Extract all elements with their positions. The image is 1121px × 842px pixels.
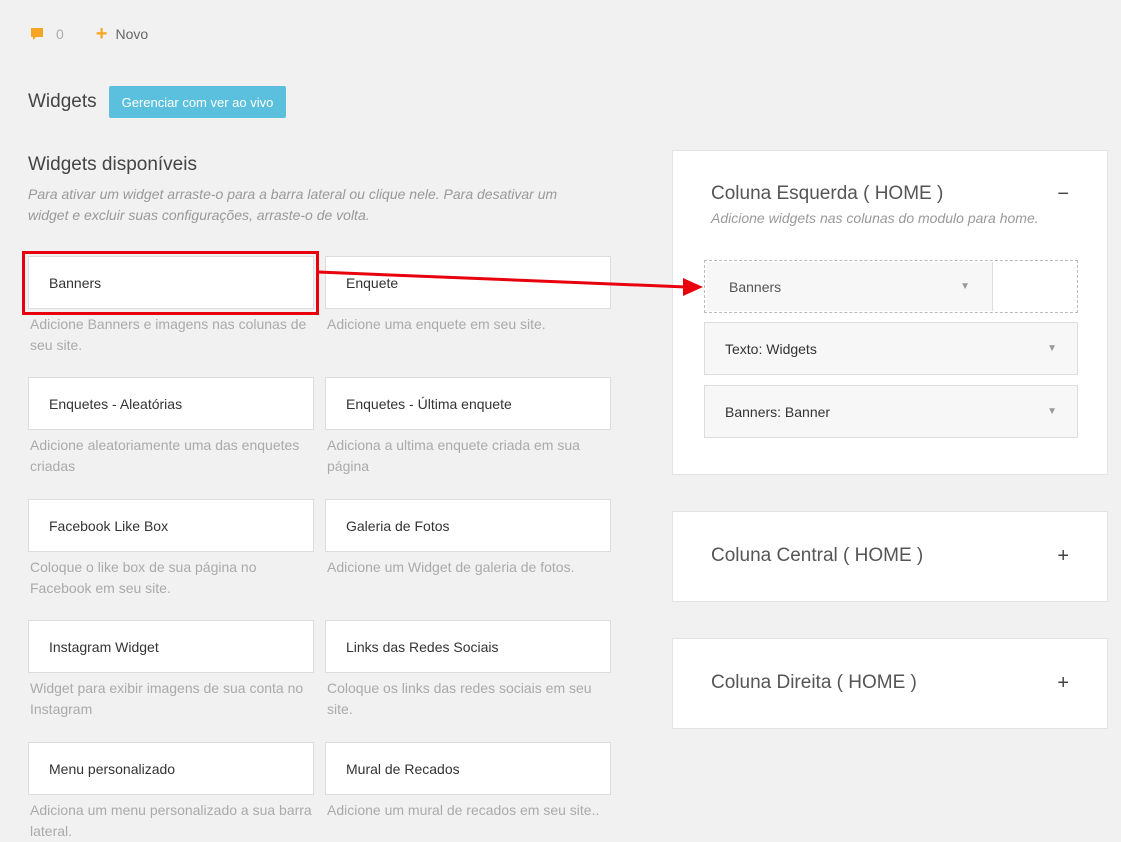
panel-title: Coluna Direita ( HOME ) [711, 672, 917, 693]
admin-topbar: 0 + Novo [30, 22, 148, 46]
widget-item: Instagram Widget Widget para exibir imag… [28, 620, 314, 720]
manage-live-button[interactable]: Gerenciar com ver ao vivo [108, 86, 287, 118]
widget-enquetes-aleatorias[interactable]: Enquetes - Aleatórias [28, 377, 314, 430]
dragging-widget-banners[interactable]: Banners ▼ [707, 262, 993, 311]
comments-link[interactable]: 0 [30, 26, 64, 42]
page-header: Widgets Gerenciar com ver ao vivo [28, 86, 287, 118]
widget-description: Adicione uma enquete em seu site. [327, 316, 546, 332]
widget-description: Widget para exibir imagens de sua conta … [30, 680, 304, 717]
sidebar-widget-banners-banner[interactable]: Banners: Banner ▼ [704, 385, 1078, 438]
widget-item: Facebook Like Box Coloque o like box de … [28, 499, 314, 599]
available-widgets-section: Widgets disponíveis Para ativar um widge… [28, 154, 618, 839]
widget-item: Mural de Recados Adicione um mural de re… [325, 742, 611, 821]
widget-description: Adicione um Widget de galeria de fotos. [327, 559, 575, 575]
new-link[interactable]: + Novo [96, 24, 148, 44]
panel-header[interactable]: Coluna Direita ( HOME ) + [711, 672, 1069, 694]
widget-item: Enquetes - Aleatórias Adicione aleatoria… [28, 377, 314, 477]
drop-placeholder: Banners ▼ [704, 260, 1078, 313]
caret-down-icon: ▼ [960, 281, 970, 292]
plus-icon: + [95, 23, 108, 45]
widget-enquetes-ultima[interactable]: Enquetes - Última enquete [325, 377, 611, 430]
panel-coluna-central: Coluna Central ( HOME ) + [672, 511, 1108, 602]
panel-header[interactable]: Coluna Esquerda ( HOME ) − [711, 183, 1069, 205]
widget-menu-personalizado[interactable]: Menu personalizado [28, 742, 314, 795]
widget-description: Adicione Banners e imagens nas colunas d… [30, 316, 307, 353]
widget-description: Adicione um mural de recados em seu site… [327, 802, 600, 818]
widget-description: Coloque o like box de sua página no Face… [30, 559, 257, 596]
caret-down-icon[interactable]: ▼ [1047, 406, 1057, 417]
sidebar-widget-texto[interactable]: Texto: Widgets ▼ [704, 322, 1078, 375]
widget-facebook-like-box[interactable]: Facebook Like Box [28, 499, 314, 552]
panel-title: Coluna Central ( HOME ) [711, 545, 924, 566]
panel-title: Coluna Esquerda ( HOME ) [711, 183, 944, 204]
expand-icon[interactable]: + [1057, 673, 1069, 693]
widget-item: Enquetes - Última enquete Adiciona a ult… [325, 377, 611, 477]
page-title: Widgets [28, 91, 97, 112]
widget-item: Menu personalizado Adiciona um menu pers… [28, 742, 314, 842]
widget-item: Galeria de Fotos Adicione um Widget de g… [325, 499, 611, 578]
dragging-widget-label: Banners [729, 278, 782, 295]
widget-enquete[interactable]: Enquete [325, 256, 611, 309]
widget-links-redes-sociais[interactable]: Links das Redes Sociais [325, 620, 611, 673]
comment-icon [31, 27, 43, 40]
widget-description: Adiciona um menu personalizado a sua bar… [30, 802, 312, 839]
widget-galeria-fotos[interactable]: Galeria de Fotos [325, 499, 611, 552]
panel-coluna-direita: Coluna Direita ( HOME ) + [672, 638, 1108, 729]
caret-down-icon[interactable]: ▼ [1047, 343, 1057, 354]
collapse-icon[interactable]: − [1057, 184, 1069, 204]
widget-description: Adiciona a ultima enquete criada em sua … [327, 437, 580, 474]
widget-item: Links das Redes Sociais Coloque os links… [325, 620, 611, 720]
available-widgets-description: Para ativar um widget arraste-o para a b… [28, 186, 558, 223]
widgets-page: 0 + Novo Widgets Gerenciar com ver ao vi… [0, 0, 1121, 842]
sidebar-widget-label: Banners: Banner [725, 403, 831, 420]
widget-description: Adicione aleatoriamente uma das enquetes… [30, 437, 300, 474]
new-label: Novo [115, 26, 149, 42]
panel-coluna-esquerda: Coluna Esquerda ( HOME ) − Adicione widg… [672, 150, 1108, 475]
sidebar-widget-label: Texto: Widgets [725, 340, 817, 357]
highlight-box [22, 251, 319, 315]
panel-subtitle: Adicione widgets nas colunas do modulo p… [711, 210, 1039, 226]
available-widgets-title: Widgets disponíveis [28, 154, 197, 175]
widget-description: Coloque os links das redes sociais em se… [327, 680, 592, 717]
expand-icon[interactable]: + [1057, 546, 1069, 566]
comment-count: 0 [56, 26, 64, 42]
panel-header[interactable]: Coluna Central ( HOME ) + [711, 545, 1069, 567]
widget-item: Enquete Adicione uma enquete em seu site… [325, 256, 611, 335]
widget-mural-recados[interactable]: Mural de Recados [325, 742, 611, 795]
widget-instagram[interactable]: Instagram Widget [28, 620, 314, 673]
